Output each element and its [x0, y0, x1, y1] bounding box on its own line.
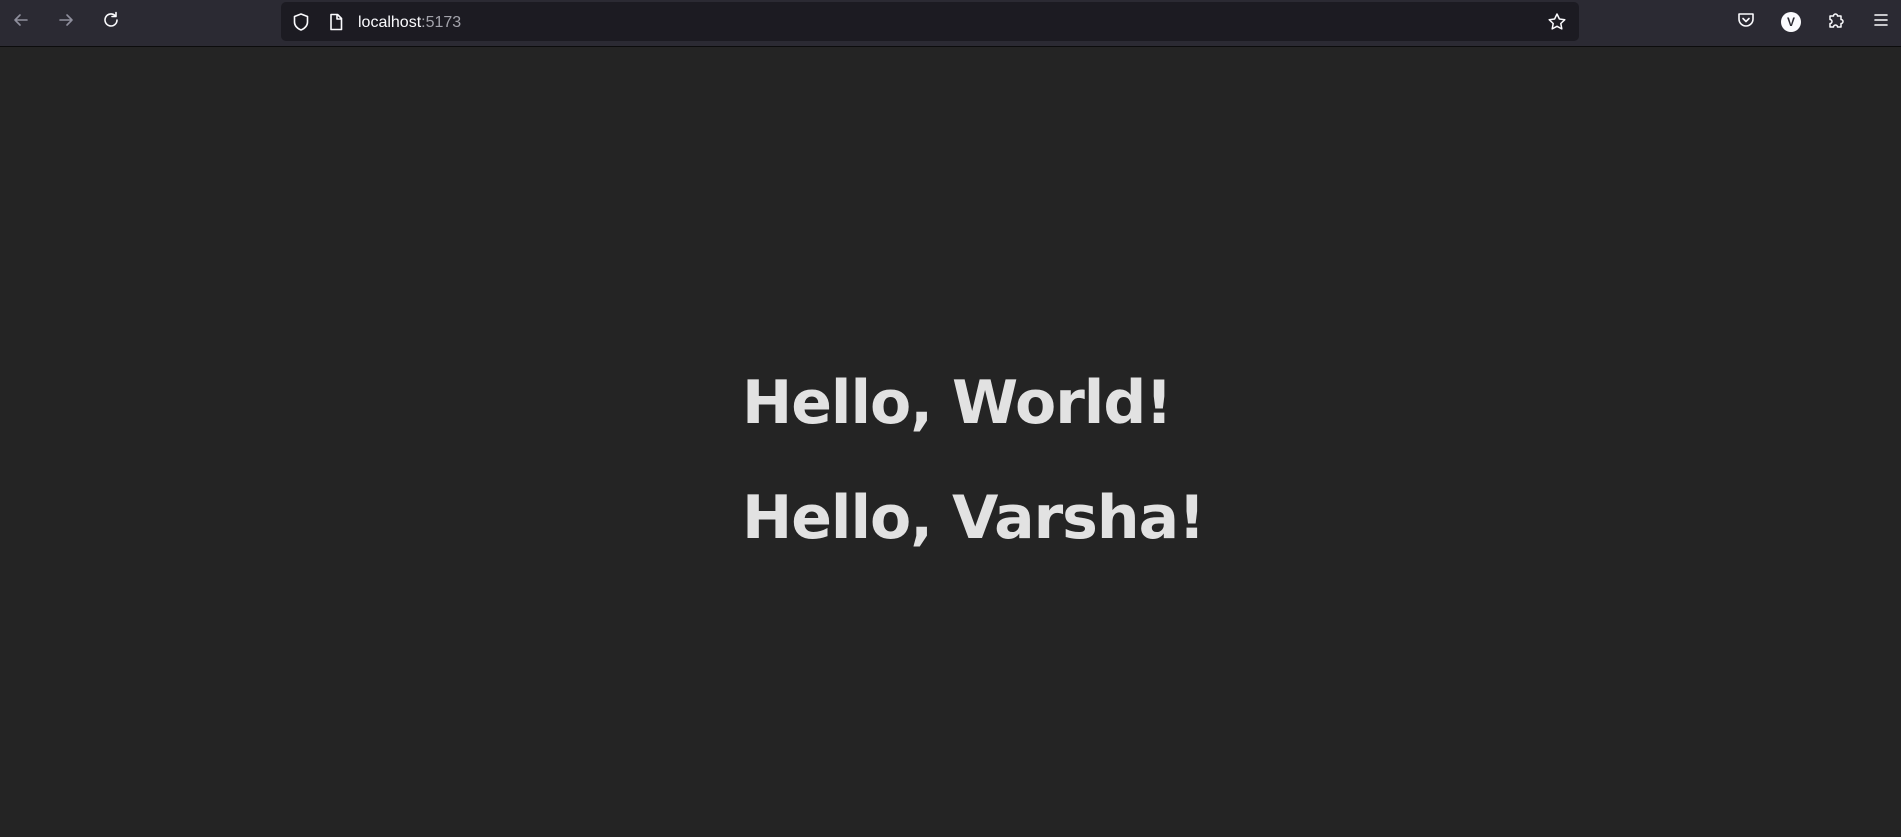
browser-toolbar: localhost:5173 V: [0, 0, 1901, 47]
extensions-button[interactable]: [1818, 4, 1854, 40]
url-bar[interactable]: localhost:5173: [281, 2, 1579, 41]
reload-button[interactable]: [93, 4, 129, 40]
reload-icon: [101, 10, 121, 34]
page-icon[interactable]: [325, 11, 347, 33]
greeting-heading-world: Hello, World!: [742, 368, 1173, 438]
page-content: [0, 48, 1901, 837]
menu-button[interactable]: [1863, 4, 1899, 40]
avatar-icon: V: [1781, 12, 1801, 32]
account-button[interactable]: V: [1773, 4, 1809, 40]
hamburger-icon: [1871, 10, 1891, 34]
pocket-button[interactable]: [1728, 4, 1764, 40]
greeting-heading-varsha: Hello, Varsha!: [742, 483, 1205, 553]
puzzle-icon: [1826, 10, 1846, 34]
url-host: localhost: [358, 14, 422, 31]
arrow-right-icon: [56, 10, 76, 34]
url-port: :5173: [421, 14, 462, 31]
pocket-icon: [1736, 10, 1756, 34]
shield-icon[interactable]: [290, 11, 312, 33]
forward-button[interactable]: [48, 4, 84, 40]
star-icon[interactable]: [1546, 11, 1568, 33]
url-text[interactable]: localhost:5173: [358, 2, 461, 41]
arrow-left-icon: [11, 10, 31, 34]
back-button[interactable]: [3, 4, 39, 40]
